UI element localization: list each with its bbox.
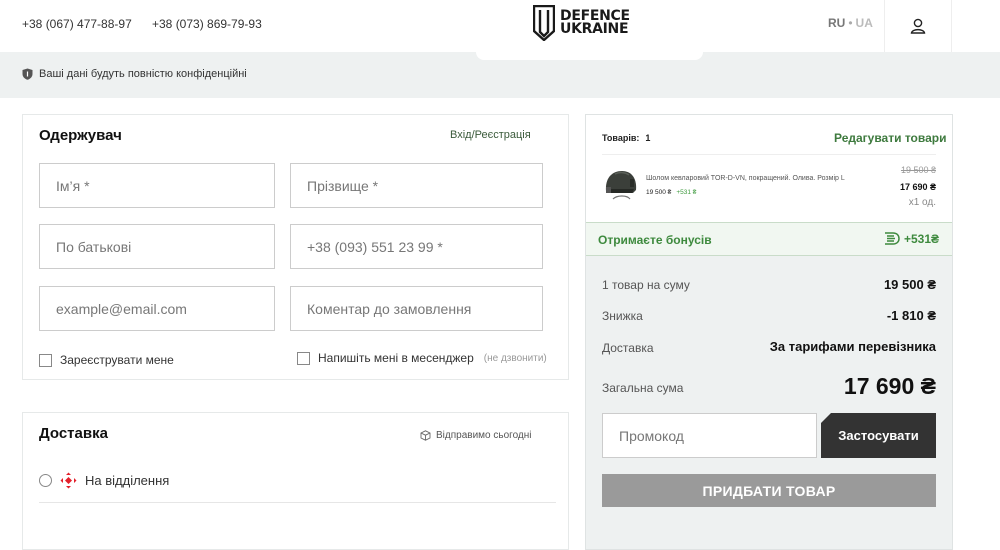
product-old-price: 19 500 ₴ — [900, 165, 936, 175]
phone-input[interactable]: +38 (093) 551 23 99 * — [290, 224, 543, 269]
last-name-input[interactable]: Прізвище * — [290, 163, 543, 208]
phone-placeholder: +38 (093) 551 23 99 * — [307, 238, 443, 255]
lang-separator: • — [848, 16, 853, 30]
login-register-link[interactable]: Вхід/Реєстрація — [450, 129, 531, 141]
first-name-input[interactable]: Ім’я * — [39, 163, 275, 208]
lang-ru[interactable]: RU — [828, 16, 845, 30]
bonus-icon — [885, 232, 900, 245]
messenger-checkbox[interactable] — [297, 351, 310, 365]
summary-divider — [602, 154, 936, 155]
shipping-value: За тарифами перевізника — [769, 339, 936, 354]
patronymic-placeholder: По батькові — [56, 238, 132, 255]
subtotal-value: 19 500 ₴ — [883, 277, 936, 292]
register-checkbox[interactable] — [39, 353, 52, 367]
total-value: 17 690 ₴ — [843, 373, 936, 399]
edit-items-link[interactable]: Редагувати товари — [834, 131, 946, 145]
site-header: +38 (067) 477-88-97 +38 (073) 869-79-93 … — [0, 0, 1000, 52]
shield-logo-icon — [533, 5, 555, 41]
recipient-title: Одержувач — [39, 127, 122, 144]
bonus-value: +531₴ — [904, 231, 940, 246]
product-price-line: 19 500 ₴ +531 ₴ — [646, 189, 696, 196]
language-switcher: RU • UA — [828, 16, 873, 30]
product-quantity: x1 од. — [908, 197, 936, 208]
register-label: Зареєструвати мене — [60, 353, 174, 367]
total-label: Загальна сума — [602, 381, 684, 395]
user-icon — [910, 18, 926, 34]
phone-link-1[interactable]: +38 (067) 477-88-97 — [22, 17, 132, 31]
items-count-label: Товарів: — [602, 133, 640, 143]
bonus-label: Отримаєте бонусів — [598, 233, 712, 247]
delivery-option-branch[interactable]: На відділення — [39, 472, 169, 489]
ship-today-notice: Відправимо сьогодні — [420, 430, 532, 441]
delivery-divider — [39, 502, 556, 503]
messenger-checkbox-row[interactable]: Напишіть мені в месенджер (не дзвонити) — [297, 351, 547, 365]
items-count: Товарів: 1 — [602, 133, 650, 143]
messenger-note: (не дзвонити) — [483, 352, 547, 364]
shipping-label: Доставка — [602, 341, 654, 355]
branch-label: На відділення — [85, 473, 170, 488]
lang-ua[interactable]: UA — [856, 16, 873, 30]
patronymic-input[interactable]: По батькові — [39, 224, 275, 269]
bonus-value-group: +531₴ — [884, 231, 939, 246]
buy-button[interactable]: ПРИДБАТИ ТОВАР — [602, 474, 936, 507]
promo-placeholder: Промокод — [619, 427, 684, 444]
last-name-placeholder: Прізвище * — [307, 177, 379, 194]
register-checkbox-row[interactable]: Зареєструвати мене — [39, 353, 174, 367]
messenger-label: Напишіть мені в месенджер — [318, 351, 474, 365]
product-bonus: +531 ₴ — [676, 189, 697, 196]
comment-placeholder: Коментар до замовлення — [307, 300, 472, 317]
product-name[interactable]: Шолом кевларовий TOR-D-VN, покращений. О… — [646, 175, 845, 182]
account-button[interactable] — [884, 0, 952, 52]
items-count-value: 1 — [645, 133, 651, 143]
discount-value: -1 810 ₴ — [886, 308, 936, 323]
shield-icon — [22, 68, 33, 80]
discount-label: Знижка — [602, 309, 643, 323]
product-price: 19 500 ₴ — [646, 189, 672, 196]
delivery-title: Доставка — [39, 425, 108, 442]
email-placeholder: example@email.com — [56, 300, 187, 317]
phone-link-2[interactable]: +38 (073) 869-79-93 — [152, 17, 262, 31]
apply-promo-button[interactable]: Застосувати — [821, 413, 936, 458]
nova-poshta-icon — [60, 472, 77, 489]
site-logo[interactable]: DEFENCE UKRAINE — [533, 5, 630, 41]
header-tab — [476, 52, 703, 60]
privacy-text: Ваші дані будуть повністю конфіденційні — [39, 68, 247, 80]
logo-line-2: UKRAINE — [560, 21, 629, 37]
product-new-price: 17 690 ₴ — [899, 182, 936, 192]
helmet-thumbnail[interactable] — [603, 166, 639, 206]
promo-code-input[interactable]: Промокод — [602, 413, 817, 458]
email-input[interactable]: example@email.com — [39, 286, 275, 331]
ship-today-text: Відправимо сьогодні — [436, 430, 532, 441]
subtotal-label: 1 товар на суму — [602, 278, 690, 292]
first-name-placeholder: Ім’я * — [56, 177, 90, 194]
box-icon — [420, 430, 431, 441]
comment-input[interactable]: Коментар до замовлення — [290, 286, 543, 331]
branch-radio[interactable] — [39, 474, 52, 487]
privacy-notice: Ваші дані будуть повністю конфіденційні — [22, 68, 247, 80]
